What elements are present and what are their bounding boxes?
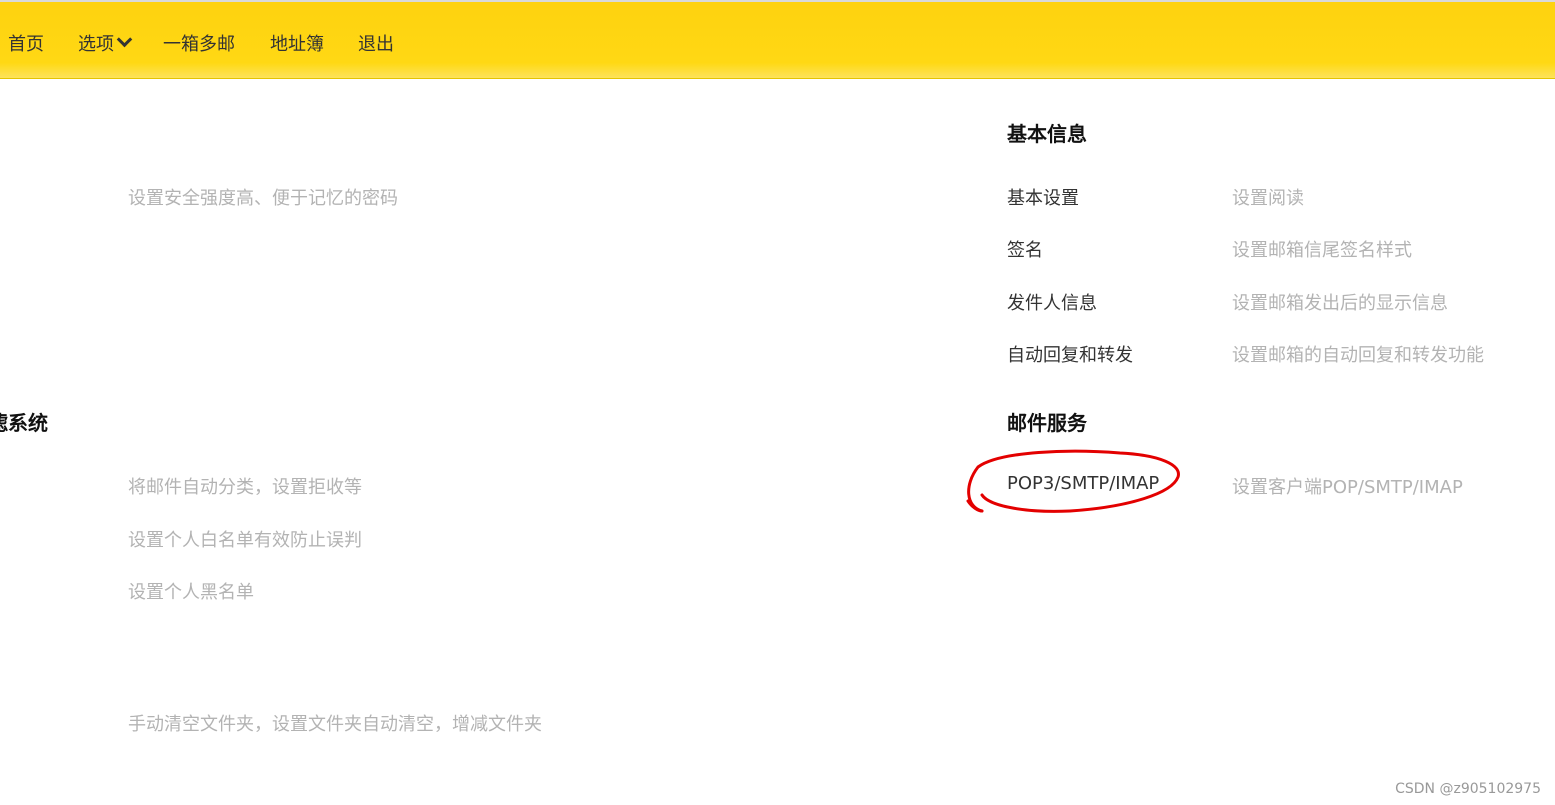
signature-link[interactable]: 签名 [1007, 236, 1043, 262]
sender-info-description: 设置邮箱发出后的显示信息 [1232, 293, 1448, 314]
basic-settings-description: 设置阅读 [1232, 188, 1304, 209]
nav-options-label[interactable]: 选项 [78, 34, 114, 55]
basic-info-title: 基本信息 [1007, 122, 1087, 146]
filter-description: 将邮件自动分类，设置拒收等 [128, 477, 362, 498]
whitelist-description: 设置个人白名单有效防止误判 [128, 530, 362, 551]
signature-description: 设置邮箱信尾签名样式 [1232, 240, 1412, 261]
folder-description: 手动清空文件夹，设置文件夹自动清空，增减文件夹 [128, 714, 542, 735]
csdn-watermark: CSDN @z905102975 [1395, 781, 1541, 797]
nav-home[interactable]: 首页 [8, 30, 44, 56]
password-description: 设置安全强度高、便于记忆的密码 [128, 188, 398, 209]
chevron-down-icon[interactable] [116, 31, 133, 48]
auto-reply-forward-link[interactable]: 自动回复和转发 [1007, 341, 1133, 367]
nav-options[interactable]: 选项 [78, 30, 133, 56]
blacklist-description: 设置个人黑名单 [128, 582, 254, 603]
nav-address-book[interactable]: 地址簿 [270, 30, 324, 56]
nav-multi-mailbox[interactable]: 一箱多邮 [163, 30, 235, 56]
annotation-tail [966, 499, 984, 513]
mail-service-title: 邮件服务 [1007, 411, 1087, 435]
basic-settings-link[interactable]: 基本设置 [1007, 184, 1079, 210]
pop3-smtp-imap-description: 设置客户端POP/SMTP/IMAP [1232, 477, 1463, 498]
top-navbar: 首页 选项 一箱多邮 地址簿 退出 [0, 0, 1555, 79]
auto-reply-forward-description: 设置邮箱的自动回复和转发功能 [1232, 345, 1484, 366]
sender-info-link[interactable]: 发件人信息 [1007, 289, 1097, 315]
filter-system-title: 滤系统 [0, 411, 48, 435]
nav-logout[interactable]: 退出 [358, 30, 394, 56]
pop3-smtp-imap-link[interactable]: POP3/SMTP/IMAP [1007, 473, 1159, 494]
